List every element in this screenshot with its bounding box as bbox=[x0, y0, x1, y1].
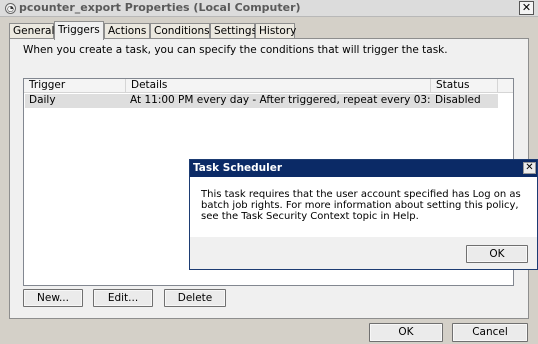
tab-triggers[interactable]: Triggers bbox=[54, 21, 104, 40]
window-titlebar: ◔ pcounter_export Properties (Local Comp… bbox=[0, 0, 538, 17]
new-trigger-button[interactable]: New... bbox=[23, 289, 83, 307]
column-header-details[interactable]: Details bbox=[126, 79, 431, 93]
window-close-button[interactable]: ✕ bbox=[519, 1, 534, 15]
dialog-message: This task requires that the user account… bbox=[201, 189, 521, 222]
edit-trigger-button[interactable]: Edit... bbox=[93, 289, 153, 307]
dialog-close-button[interactable]: ✕ bbox=[523, 162, 536, 174]
tab-general[interactable]: General bbox=[9, 23, 54, 39]
task-scheduler-dialog: Task Scheduler ✕ This task requires that… bbox=[189, 159, 538, 270]
status-cell: Disabled bbox=[435, 94, 481, 106]
dialog-body: This task requires that the user account… bbox=[190, 177, 537, 237]
window-title: pcounter_export Properties (Local Comput… bbox=[19, 1, 301, 14]
dialog-title: Task Scheduler bbox=[193, 162, 283, 174]
column-header-trigger[interactable]: Trigger bbox=[24, 79, 126, 93]
tab-settings[interactable]: Settings bbox=[210, 23, 257, 39]
dialog-ok-button[interactable]: OK bbox=[466, 245, 528, 263]
triggers-intro-text: When you create a task, you can specify … bbox=[23, 44, 448, 56]
table-row[interactable]: Daily At 11:00 PM every day - After trig… bbox=[25, 94, 498, 108]
dialog-titlebar: Task Scheduler ✕ bbox=[190, 160, 537, 177]
tab-conditions[interactable]: Conditions bbox=[150, 23, 210, 39]
details-cell: At 11:00 PM every day - After triggered,… bbox=[130, 94, 431, 106]
list-header: Trigger Details Status bbox=[24, 79, 513, 93]
delete-trigger-button[interactable]: Delete bbox=[164, 289, 226, 307]
clock-icon: ◔ bbox=[5, 3, 16, 14]
tab-actions[interactable]: Actions bbox=[104, 23, 150, 39]
tab-history[interactable]: History bbox=[255, 23, 296, 39]
cancel-button[interactable]: Cancel bbox=[452, 323, 528, 342]
column-header-status[interactable]: Status bbox=[431, 79, 498, 93]
ok-button[interactable]: OK bbox=[369, 323, 443, 342]
trigger-cell: Daily bbox=[29, 94, 56, 106]
